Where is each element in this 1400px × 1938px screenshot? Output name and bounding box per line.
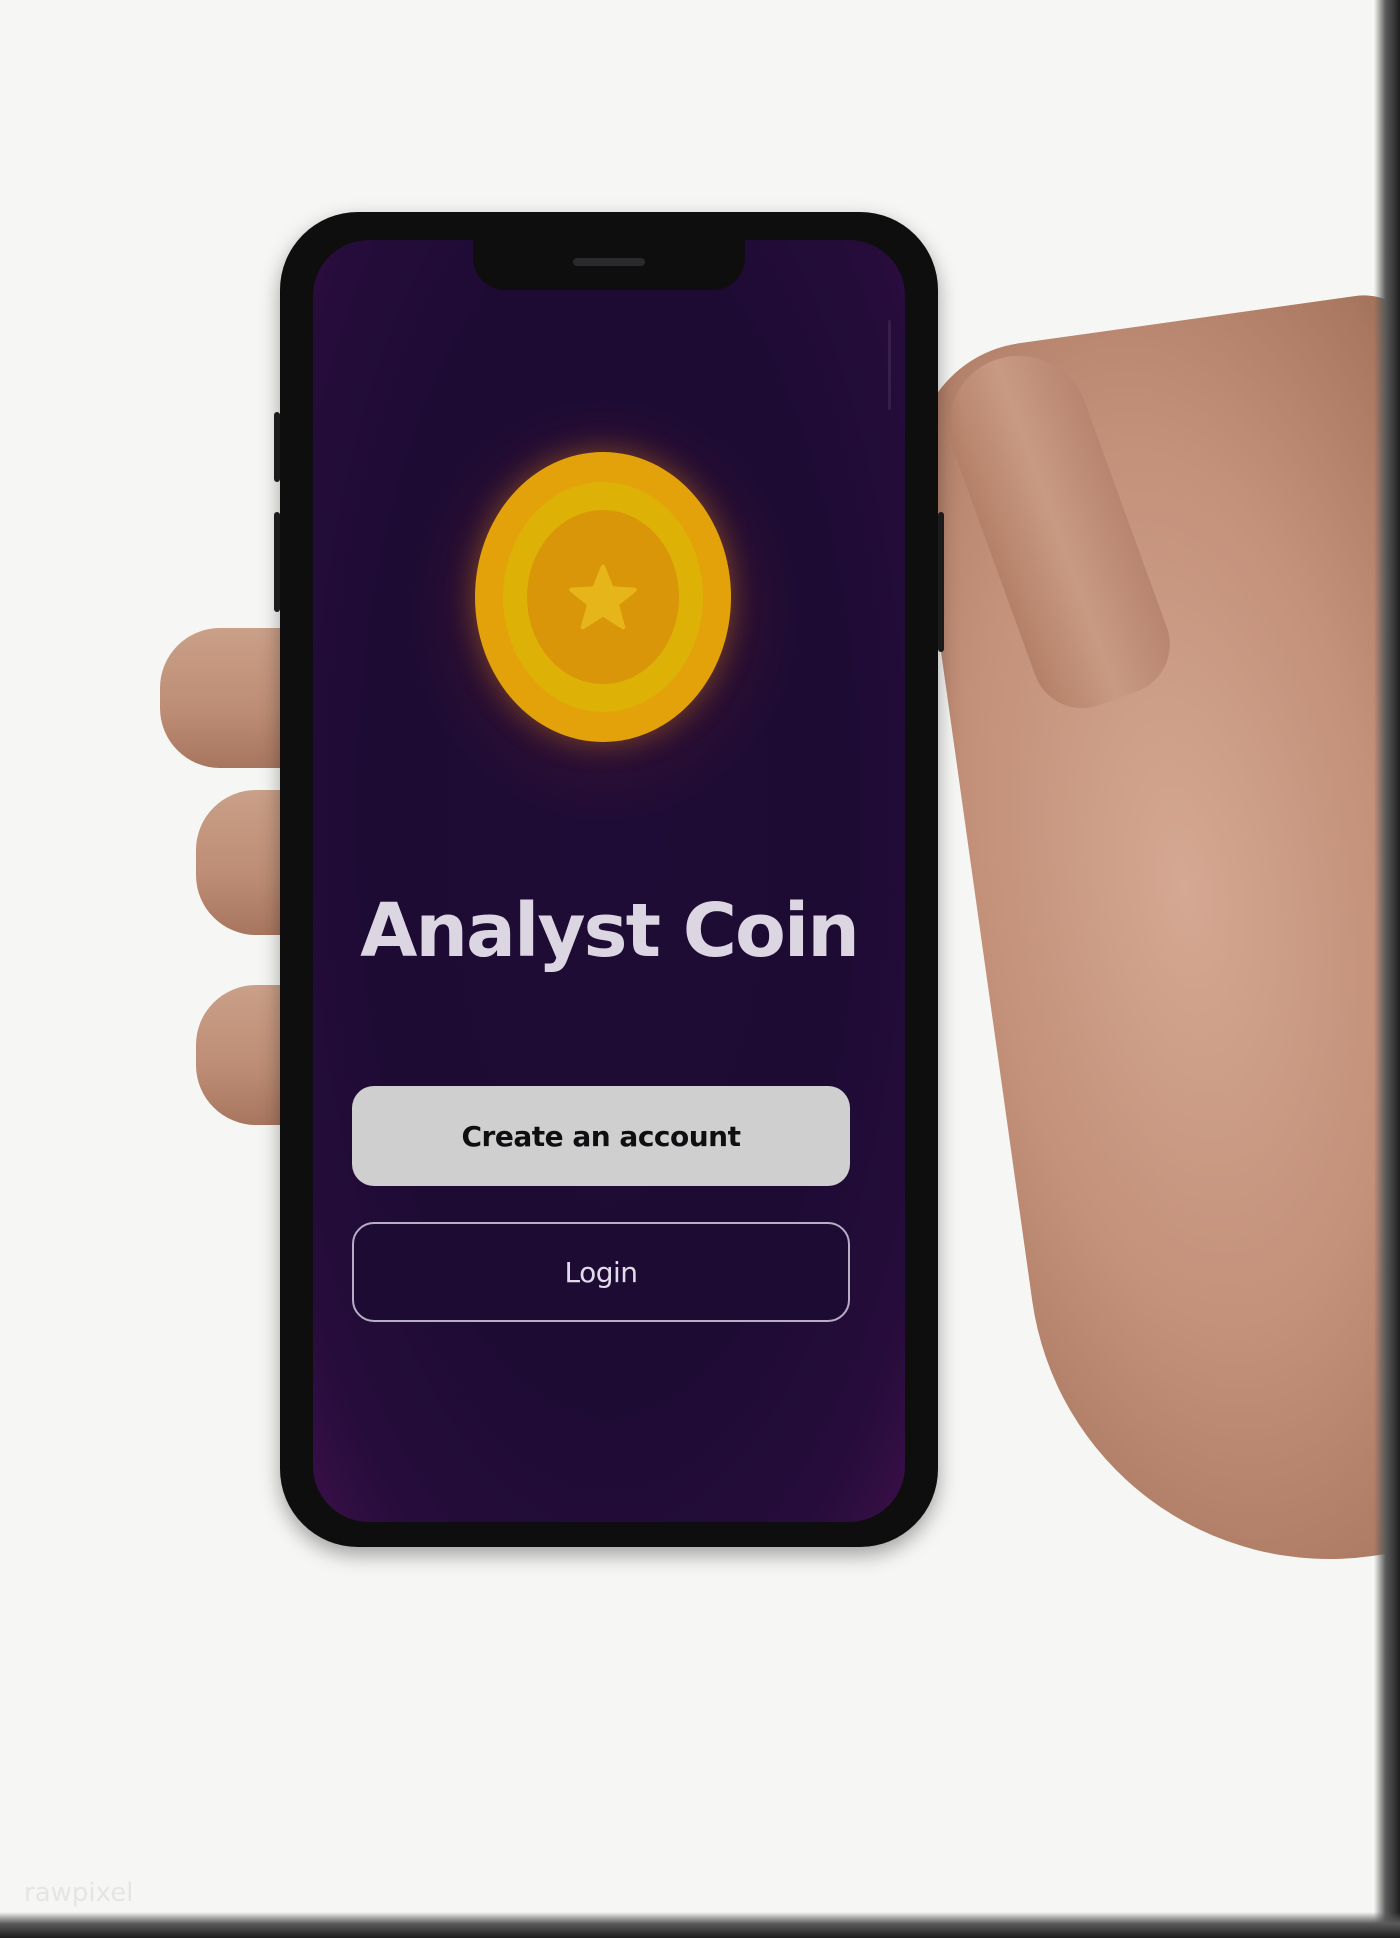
scroll-indicator [888,320,891,410]
login-button[interactable]: Login [352,1222,850,1322]
phone-device: Analyst Coin Create an account Login [274,212,944,1547]
create-account-button[interactable]: Create an account [352,1086,850,1186]
coin-ring [503,482,703,712]
watermark: rawpixel [24,1878,134,1908]
phone-side-button [274,412,280,482]
frame-shadow-right [1374,0,1400,1938]
login-label: Login [564,1255,638,1289]
phone-power-button [938,512,944,652]
coin-star-icon [569,564,637,630]
app-screen: Analyst Coin Create an account Login [313,240,905,1522]
app-title: Analyst Coin [360,888,860,974]
photo-canvas: Analyst Coin Create an account Login raw… [0,0,1400,1938]
phone-speaker [573,258,645,266]
coin-logo-icon [475,452,731,742]
frame-shadow-bottom [0,1912,1400,1938]
coin-center [527,510,679,684]
create-account-label: Create an account [461,1119,741,1153]
phone-volume-button [274,512,280,612]
phone-notch [473,240,745,290]
